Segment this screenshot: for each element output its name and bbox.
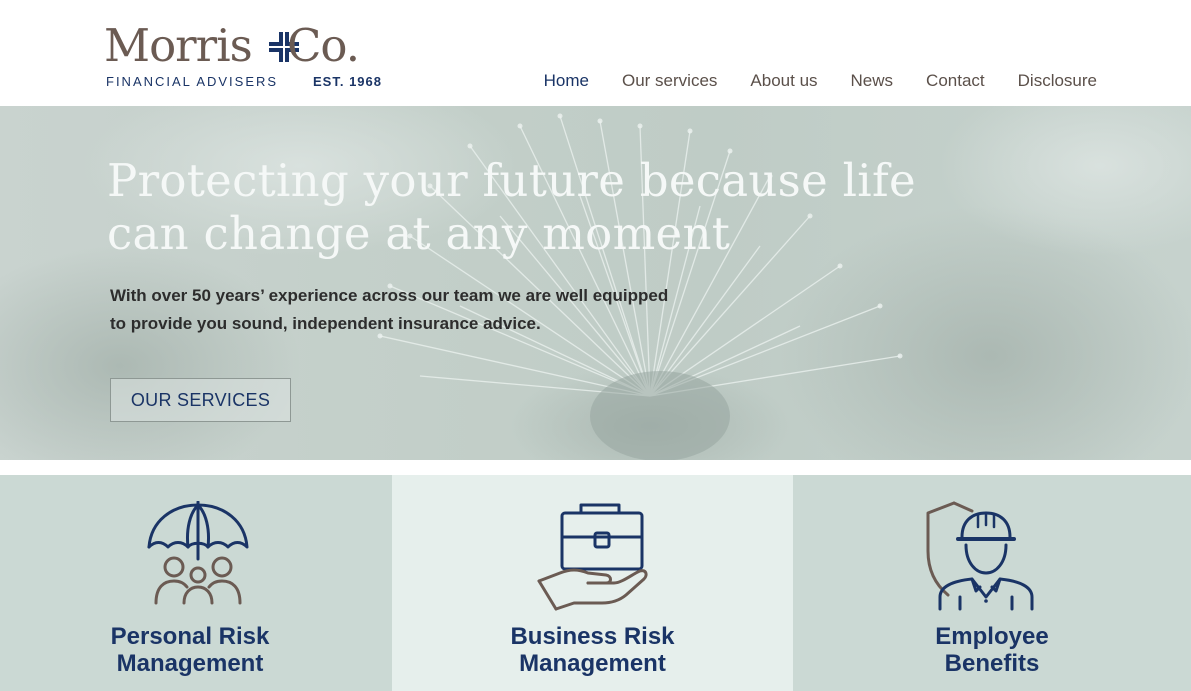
- logo-right-word: Co.: [287, 19, 360, 72]
- card-title-line: Benefits: [944, 650, 1040, 677]
- card-title-line: Personal Risk: [110, 623, 270, 650]
- hero-subtitle-line: to provide you sound, independent insura…: [110, 314, 541, 333]
- card-title: Personal Risk Management: [0, 623, 386, 677]
- hero-subtitle: With over 50 years’ experience across ou…: [110, 282, 710, 338]
- card-title-line: Employee: [935, 623, 1049, 650]
- hero-title-line: Protecting your future because life: [107, 154, 916, 207]
- card-business-risk[interactable]: Business Risk Management: [392, 475, 793, 691]
- briefcase-hand-icon: [537, 503, 648, 611]
- logo-tagline: FINANCIAL ADVISERS: [106, 74, 279, 89]
- logo-left-word: Morris: [104, 19, 253, 72]
- hero-banner: Protecting your future because life can …: [0, 106, 1191, 460]
- services-cards: Personal Risk Management Business Risk M…: [0, 475, 1191, 691]
- nav-news[interactable]: News: [851, 71, 894, 91]
- hero-title: Protecting your future because life can …: [107, 154, 927, 260]
- nav-contact[interactable]: Contact: [926, 71, 985, 91]
- nav-home[interactable]: Home: [544, 71, 589, 91]
- card-title-line: Management: [116, 650, 264, 677]
- card-personal-risk[interactable]: Personal Risk Management: [0, 475, 392, 691]
- our-services-button[interactable]: OUR SERVICES: [110, 378, 291, 422]
- main-nav: Home Our services About us News Contact …: [511, 71, 1097, 91]
- nav-disclosure[interactable]: Disclosure: [1018, 71, 1097, 91]
- card-title-line: Business Risk: [510, 623, 675, 650]
- site-header: Morris Co. FINANCIAL ADVISERS EST. 1968 …: [0, 0, 1191, 106]
- worker-shield-icon: [926, 501, 1034, 611]
- logo[interactable]: Morris Co. FINANCIAL ADVISERS EST. 1968: [104, 22, 384, 92]
- card-title: Business Risk Management: [392, 623, 793, 677]
- logo-established: EST. 1968: [313, 74, 382, 89]
- card-title-line: Management: [519, 650, 666, 677]
- hero-title-line: can change at any moment: [107, 207, 731, 260]
- card-employee-benefits[interactable]: Employee Benefits: [793, 475, 1191, 691]
- umbrella-family-icon: [147, 501, 249, 605]
- card-title: Employee Benefits: [793, 623, 1191, 677]
- nav-about-us[interactable]: About us: [750, 71, 817, 91]
- nav-our-services[interactable]: Our services: [622, 71, 717, 91]
- hero-subtitle-line: With over 50 years’ experience across ou…: [110, 286, 669, 305]
